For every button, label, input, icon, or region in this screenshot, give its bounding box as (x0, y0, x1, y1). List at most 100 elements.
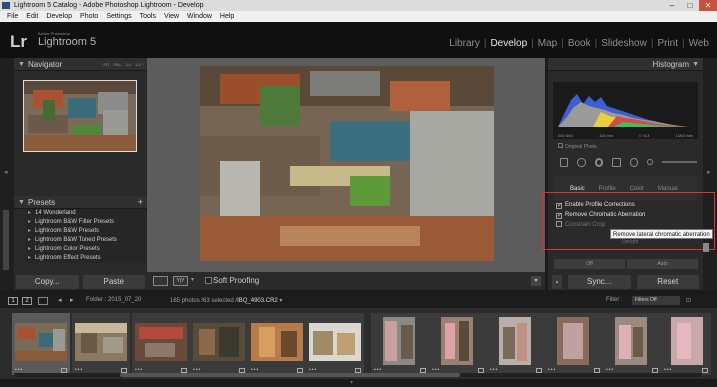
module-book[interactable]: Book (566, 38, 593, 49)
expand-arrow-icon: ▼ (18, 61, 25, 68)
module-map[interactable]: Map (536, 38, 559, 49)
right-panel-edge[interactable]: ▸ (703, 58, 717, 290)
menu-settings[interactable]: Settings (102, 11, 135, 22)
left-panel-scrollbar[interactable] (3, 210, 9, 270)
toolbar-menu-arrow-icon[interactable]: ▾ (531, 276, 541, 286)
radial-filter-tool-icon[interactable] (629, 157, 639, 167)
original-photo-option[interactable]: Original Photo (558, 143, 597, 150)
menu-window[interactable]: Window (183, 11, 216, 22)
filmstrip-thumbnail[interactable]: ••• (72, 313, 130, 375)
filter-dropdown[interactable]: Filters Off (632, 296, 680, 305)
menu-view[interactable]: View (160, 11, 183, 22)
spot-removal-tool-icon[interactable] (577, 157, 586, 167)
thumbnail-image (499, 317, 531, 365)
loupe-toolbar: Y|Y ▾ Soft Proofing ▾ (147, 272, 545, 290)
preset-folder[interactable]: Lightroom B&W Filter Presets (25, 218, 147, 227)
original-photo-label: Original Photo (565, 144, 597, 150)
preset-folder[interactable]: 14 Wonderland (25, 209, 147, 218)
menu-help[interactable]: Help (216, 11, 238, 22)
filmstrip-thumbnail[interactable]: ••• (545, 313, 603, 375)
forward-arrow-icon[interactable]: ▸ (70, 296, 74, 304)
crop-tool-icon[interactable] (560, 157, 569, 167)
filter-lock-icon[interactable]: ⊡ (686, 297, 691, 304)
navigator-header[interactable]: ▼ Navigator FIT FILL 1:1 1:2 ÷ (14, 58, 147, 71)
collapse-filmstrip-arrow-icon[interactable]: ▾ (350, 379, 353, 386)
filmstrip-thumbnail[interactable]: ••• (603, 313, 661, 375)
module-picker: Library | Develop | Map | Book | Slideshow | … (447, 38, 711, 49)
thumbnail-image (383, 317, 415, 365)
bottom-edge (0, 379, 717, 387)
upright-off-button[interactable]: Off (554, 259, 625, 269)
module-library[interactable]: Library (447, 38, 482, 49)
soft-proofing-checkbox[interactable] (205, 277, 212, 284)
main-photo[interactable] (200, 66, 494, 261)
thumbnail-image (615, 317, 647, 365)
histogram[interactable]: ISO 640 115 mm f / 6.3 1/200 sec (553, 82, 698, 139)
secondary-window-button[interactable]: 2 (22, 297, 32, 305)
loupe-view-button[interactable] (153, 276, 168, 286)
navigator-preview[interactable] (23, 80, 137, 152)
original-photo-checkbox[interactable] (558, 143, 563, 148)
maximize-button[interactable]: □ (681, 0, 699, 11)
graduated-filter-tool-icon[interactable] (612, 157, 621, 167)
filmstrip-thumbnail[interactable]: ••• (12, 313, 70, 375)
zoom-1-1[interactable]: 1:1 (126, 58, 132, 71)
preset-folder[interactable]: Lightroom Effect Presets (25, 254, 147, 263)
filmstrip-scrollbar[interactable] (120, 373, 460, 377)
filmstrip-thumbnail[interactable]: ••• (306, 313, 364, 375)
menu-edit[interactable]: Edit (22, 11, 42, 22)
grid-view-icon[interactable] (38, 297, 48, 305)
adjustment-brush-tool-icon[interactable] (647, 159, 654, 165)
menu-file[interactable]: File (3, 11, 22, 22)
histogram-header[interactable]: Histogram ▼ (548, 58, 703, 71)
preset-folder[interactable]: Lightroom B&W Presets (25, 227, 147, 236)
folder-source[interactable]: Folder : 2015_07_20 (86, 297, 141, 303)
back-arrow-icon[interactable]: ◂ (58, 296, 62, 304)
paste-button[interactable]: Paste (82, 275, 145, 289)
close-button[interactable]: ✕ (699, 0, 717, 11)
auto-sync-toggle-icon[interactable]: ▴ (552, 275, 562, 289)
filmstrip-thumbnail[interactable]: ••• (487, 313, 545, 375)
collapse-right-arrow-icon[interactable]: ▸ (707, 168, 711, 176)
filmstrip-thumbnail[interactable]: ••• (371, 313, 429, 375)
zoom-1-2[interactable]: 1:2 ÷ (135, 58, 144, 71)
filmstrip-thumbnail[interactable]: ••• (661, 313, 711, 375)
sync-button[interactable]: Sync... (568, 275, 631, 289)
before-after-arrow-icon[interactable]: ▾ (191, 276, 199, 286)
tool-strip (554, 154, 697, 170)
right-panel-scrollbar[interactable] (703, 243, 709, 252)
filmstrip-bar: 1 2 ◂ ▸ Folder : 2015_07_20 165 photos /… (0, 294, 717, 308)
module-slideshow[interactable]: Slideshow (599, 38, 649, 49)
red-eye-tool-icon[interactable] (594, 157, 604, 167)
filmstrip-thumbnail[interactable]: ••• (132, 313, 190, 375)
reset-button[interactable]: Reset (636, 275, 699, 289)
expand-arrow-icon: ▼ (692, 61, 699, 68)
filmstrip-thumbnail[interactable]: ••• (190, 313, 248, 375)
collapse-left-arrow-icon[interactable]: ◂ (4, 168, 8, 176)
module-web[interactable]: Web (687, 38, 711, 49)
add-preset-icon[interactable]: + (138, 196, 143, 209)
zoom-fill[interactable]: FILL (114, 58, 122, 71)
lightroom-logo: Lr (10, 32, 27, 51)
filmstrip-thumbnail[interactable]: ••• (429, 313, 487, 375)
module-print[interactable]: Print (655, 38, 680, 49)
presets-panel: ▼ Presets + 14 Wonderland Lightroom B&W … (14, 196, 147, 263)
preset-folder[interactable]: Lightroom B&W Toned Presets (25, 236, 147, 245)
preset-folder[interactable]: Lightroom Color Presets (25, 245, 147, 254)
filmstrip-thumbnail[interactable]: ••• (248, 313, 306, 375)
minimize-button[interactable]: – (663, 0, 681, 11)
menu-photo[interactable]: Photo (76, 11, 102, 22)
menu-tools[interactable]: Tools (136, 11, 160, 22)
before-after-button[interactable]: Y|Y (173, 276, 188, 286)
histogram-graph (558, 94, 688, 127)
copy-button[interactable]: Copy... (16, 275, 79, 289)
menu-develop[interactable]: Develop (42, 11, 76, 22)
main-window-button[interactable]: 1 (8, 297, 18, 305)
tool-slider[interactable] (662, 161, 697, 163)
window-title-bar: Lightroom 5 Catalog - Adobe Photoshop Li… (0, 0, 717, 11)
upright-auto-button[interactable]: Auto (627, 259, 698, 269)
zoom-fit[interactable]: FIT (104, 58, 110, 71)
module-develop[interactable]: Develop (488, 38, 529, 49)
thumbnail-image (441, 317, 473, 365)
presets-header[interactable]: ▼ Presets + (14, 196, 147, 209)
